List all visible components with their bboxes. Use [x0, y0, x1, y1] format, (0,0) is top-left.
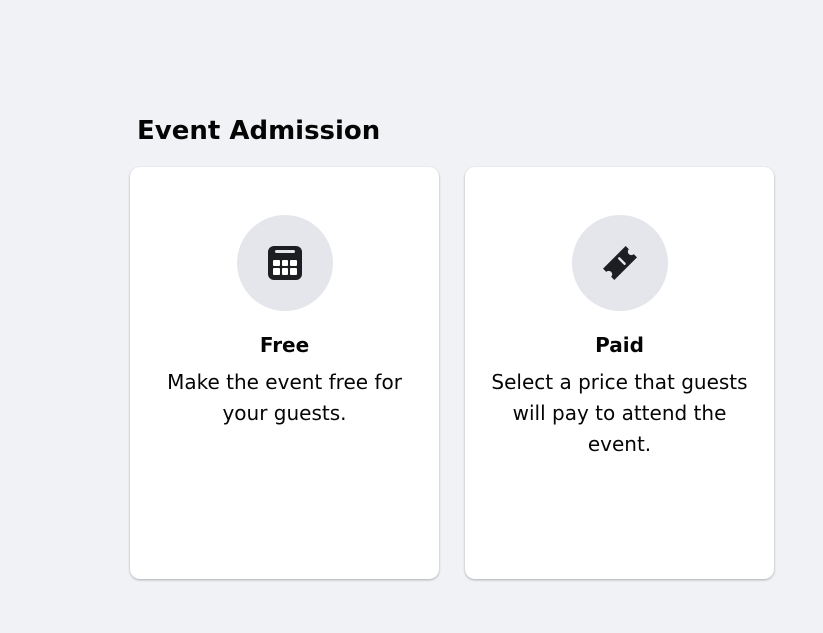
calendar-icon [268, 246, 302, 280]
section-title: Event Admission [137, 116, 381, 146]
option-description: Select a price that guests will pay to a… [491, 370, 748, 456]
option-description: Make the event free for your guests. [167, 370, 402, 425]
ticket-icon [603, 246, 637, 280]
icon-circle [237, 215, 333, 311]
option-title: Free [259, 333, 310, 357]
admission-option-paid[interactable]: Paid Select a price that guests will pay… [465, 167, 774, 579]
admission-option-free[interactable]: Free Make the event free for your guests… [130, 167, 439, 579]
event-admission-page: Event Admission Free Make the event free… [0, 0, 823, 633]
icon-circle [572, 215, 668, 311]
option-title: Paid [595, 333, 644, 357]
